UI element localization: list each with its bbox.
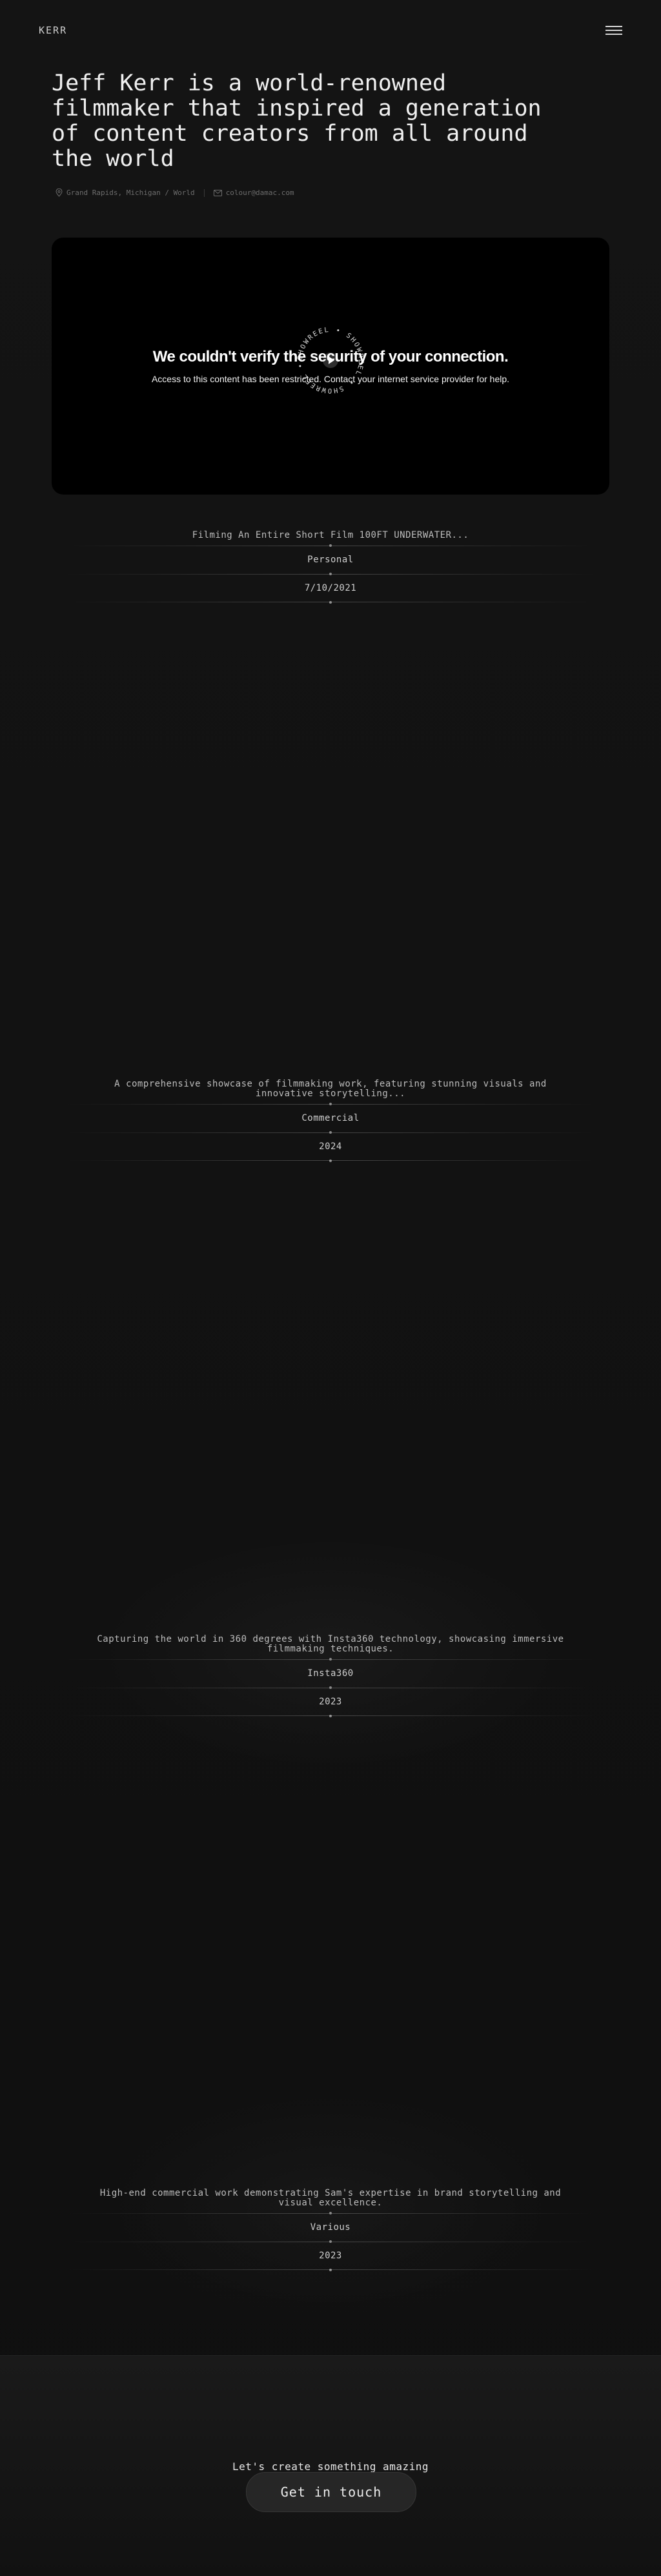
hero-meta: Grand Rapids, Michigan / World colour@da… (56, 189, 294, 197)
project-item[interactable]: Filming An Entire Short Film 100FT UNDER… (0, 530, 661, 604)
location-text: Grand Rapids, Michigan / World (66, 189, 195, 197)
project-item[interactable]: Capturing the world in 360 degrees with … (0, 1634, 661, 1717)
location-item: Grand Rapids, Michigan / World (56, 189, 195, 197)
cta-text: Let's create something amazing (232, 2460, 429, 2473)
get-in-touch-button[interactable]: Get in touch (246, 2472, 416, 2512)
project-category: Various (66, 2212, 595, 2242)
showreel-video[interactable]: SHOWREEL • SHOWREEL • SHOWREEL • We coul… (52, 238, 609, 495)
site-header: KERR (0, 0, 661, 62)
video-error-title: We couldn't verify the security of your … (152, 348, 509, 365)
hamburger-menu-icon[interactable] (605, 25, 622, 36)
project-date: 7/10/2021 (66, 573, 595, 604)
project-description: High-end commercial work demonstrating S… (99, 2188, 562, 2208)
project-category: Personal (66, 544, 595, 574)
project-item[interactable]: High-end commercial work demonstrating S… (0, 2188, 661, 2271)
project-category: Insta360 (66, 1658, 595, 1688)
meta-divider (203, 189, 205, 197)
location-pin-icon (56, 189, 63, 197)
project-description: Filming An Entire Short Film 100FT UNDER… (192, 530, 469, 540)
project-date: 2024 (66, 1131, 595, 1162)
project-date: 2023 (66, 2240, 595, 2271)
contact-footer: Let's create something amazing Get in to… (0, 2355, 661, 2576)
video-error-text: Access to this content has been restrict… (151, 374, 510, 384)
mail-icon (213, 189, 222, 196)
project-description: A comprehensive showcase of filmmaking w… (114, 1079, 547, 1099)
project-description: Capturing the world in 360 degrees with … (97, 1634, 564, 1654)
email-item[interactable]: colour@damac.com (213, 189, 294, 197)
project-date: 2023 (66, 1686, 595, 1717)
hero-title: Jeff Kerr is a world-renowned filmmaker … (52, 70, 542, 172)
logo[interactable]: KERR (39, 25, 67, 36)
email-link[interactable]: colour@damac.com (226, 189, 294, 197)
project-category: Commercial (66, 1103, 595, 1132)
project-item[interactable]: A comprehensive showcase of filmmaking w… (0, 1079, 661, 1162)
